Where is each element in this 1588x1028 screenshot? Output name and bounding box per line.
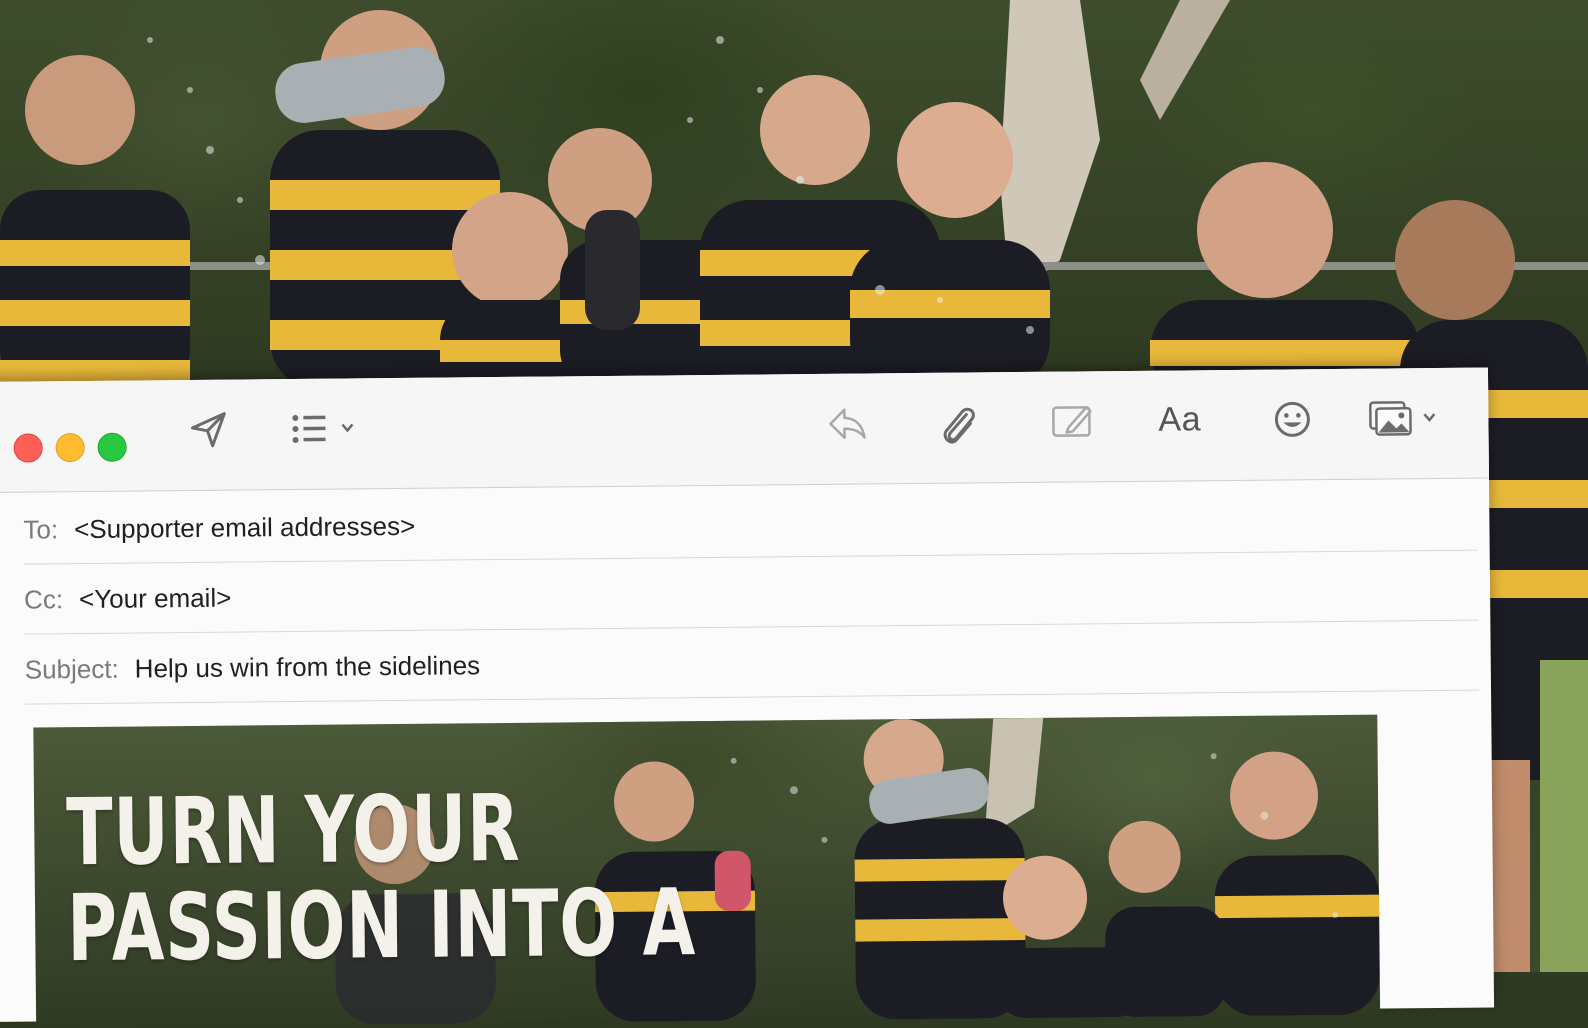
- attachment-icon[interactable]: [938, 402, 978, 446]
- send-icon[interactable]: [188, 410, 228, 450]
- to-label: To:: [23, 513, 59, 545]
- emoji-icon[interactable]: [1272, 399, 1312, 439]
- cc-label: Cc:: [23, 583, 64, 615]
- subject-label: Subject:: [24, 653, 119, 685]
- toolbar: Aa: [0, 367, 1489, 493]
- email-banner-image: TURN YOUR PASSION INTO A: [33, 714, 1381, 1028]
- reply-icon[interactable]: [826, 403, 868, 443]
- headline-line-1: TURN YOUR: [65, 774, 521, 887]
- markup-icon[interactable]: [1050, 401, 1094, 441]
- minimize-window-button[interactable]: [55, 432, 85, 463]
- list-icon[interactable]: [290, 408, 360, 449]
- cc-field[interactable]: Cc: <Your email>: [23, 551, 1479, 635]
- format-text-icon[interactable]: Aa: [1158, 400, 1201, 439]
- subject-value[interactable]: Help us win from the sidelines: [135, 650, 481, 684]
- to-field[interactable]: To: <Supporter email addresses>: [23, 481, 1478, 565]
- close-window-button[interactable]: [13, 433, 43, 463]
- subject-field[interactable]: Subject: Help us win from the sidelines: [24, 621, 1480, 705]
- headline-line-2: PASSION INTO A: [66, 869, 697, 983]
- cc-value[interactable]: <Your email>: [79, 582, 232, 614]
- photo-browser-icon[interactable]: [1368, 398, 1448, 439]
- zoom-window-button[interactable]: [97, 432, 127, 462]
- banner-headline: TURN YOUR PASSION INTO A: [66, 775, 697, 982]
- mail-compose-window: Aa To: <Supporter email addresses> Cc: <…: [0, 367, 1495, 1028]
- to-value[interactable]: <Supporter email addresses>: [74, 510, 415, 544]
